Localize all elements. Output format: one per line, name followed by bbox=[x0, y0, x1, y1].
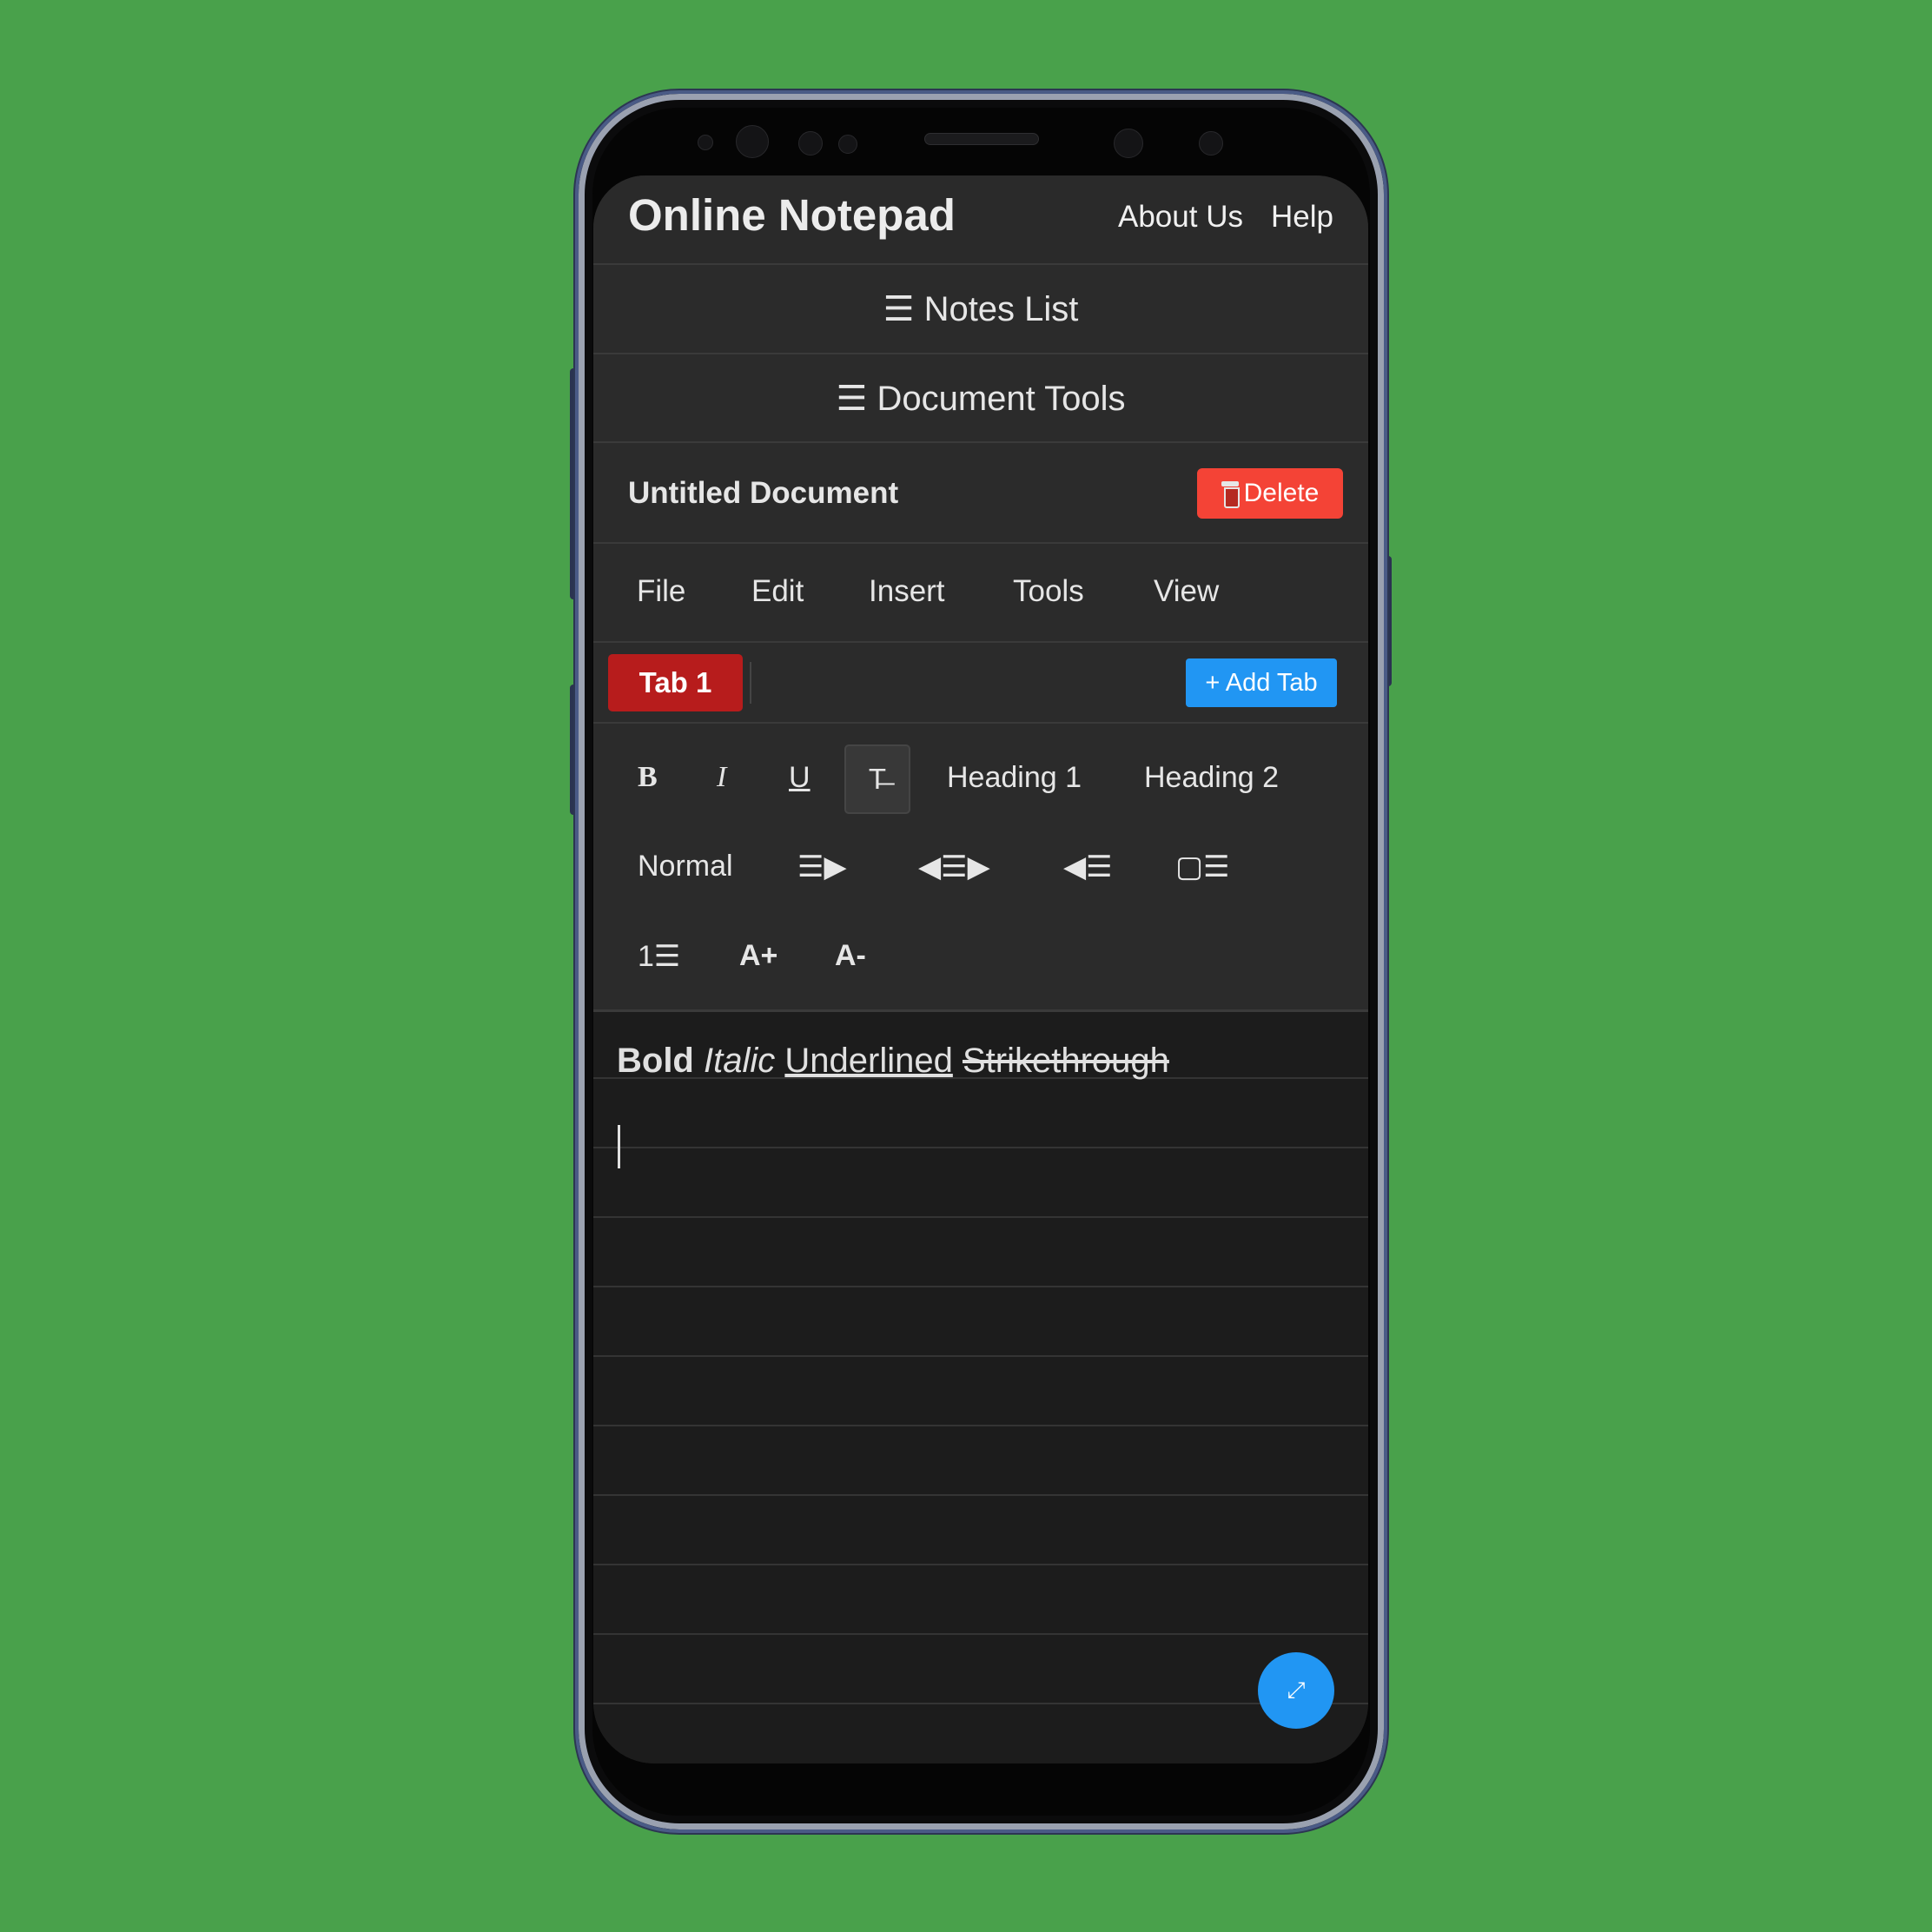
italic-text: Italic bbox=[704, 1042, 776, 1080]
align-center-icon[interactable]: ◀☰▶ bbox=[918, 850, 990, 884]
expand-icon: ⤢ bbox=[1287, 1677, 1306, 1703]
text-caret bbox=[618, 1125, 620, 1168]
underlined-text: Underlined bbox=[784, 1042, 953, 1080]
trash-icon bbox=[1221, 481, 1240, 508]
notes-list-label: Notes List bbox=[923, 290, 1079, 328]
font-increase-button[interactable]: A+ bbox=[739, 939, 777, 973]
bold-text: Bold bbox=[617, 1042, 694, 1080]
delete-button[interactable]: Delete bbox=[1197, 468, 1343, 519]
document-title-row: Untitled Document Delete bbox=[593, 443, 1368, 544]
bold-button[interactable]: B bbox=[638, 761, 658, 794]
app-title[interactable]: Online Notepad bbox=[628, 189, 956, 241]
nav-about-link[interactable]: About Us bbox=[1118, 200, 1243, 235]
hamburger-icon: ☰ bbox=[836, 380, 868, 418]
menu-bar: File Edit Insert Tools View bbox=[593, 544, 1368, 643]
phone-sensor-3 bbox=[838, 135, 857, 154]
tab-divider bbox=[750, 662, 751, 704]
phone-camera-front bbox=[736, 125, 769, 158]
phone-speaker bbox=[924, 133, 1039, 145]
document-tools-toggle[interactable]: ☰ Document Tools bbox=[593, 354, 1368, 443]
menu-tools[interactable]: Tools bbox=[1013, 574, 1084, 609]
document-tools-label: Document Tools bbox=[877, 380, 1126, 418]
phone-sensor-4 bbox=[1199, 131, 1223, 155]
font-decrease-button[interactable]: A- bbox=[835, 939, 866, 973]
menu-view[interactable]: View bbox=[1154, 574, 1219, 609]
heading1-button[interactable]: Heading 1 bbox=[947, 761, 1082, 795]
app-header: Online Notepad About Us Help bbox=[593, 175, 1368, 265]
numbered-list-icon[interactable]: 1☰ bbox=[638, 939, 680, 974]
align-left-icon[interactable]: ☰▶ bbox=[797, 850, 847, 884]
menu-edit[interactable]: Edit bbox=[751, 574, 804, 609]
menu-file[interactable]: File bbox=[637, 574, 685, 609]
heading2-button[interactable]: Heading 2 bbox=[1144, 761, 1279, 795]
notes-list-toggle[interactable]: ☰ Notes List bbox=[593, 265, 1368, 354]
italic-button[interactable]: I bbox=[717, 761, 726, 794]
tab-1[interactable]: Tab 1 bbox=[608, 654, 743, 711]
menu-insert[interactable]: Insert bbox=[869, 574, 945, 609]
underline-button[interactable]: U bbox=[789, 761, 811, 795]
editor-area[interactable]: Bold Italic Underlined Strikethrough bbox=[593, 1012, 1368, 1763]
phone-sensor-1 bbox=[698, 135, 713, 150]
delete-label: Delete bbox=[1243, 479, 1320, 507]
align-right-icon[interactable]: ◀☰ bbox=[1063, 850, 1113, 884]
tabs-bar: Tab 1 + Add Tab bbox=[593, 643, 1368, 724]
phone-camera-iris bbox=[1114, 129, 1143, 158]
phone-sensor-2 bbox=[798, 131, 823, 155]
nav-help-link[interactable]: Help bbox=[1271, 200, 1333, 235]
document-title[interactable]: Untitled Document bbox=[628, 476, 898, 511]
normal-button[interactable]: Normal bbox=[638, 850, 733, 883]
add-tab-button[interactable]: + Add Tab bbox=[1186, 658, 1337, 707]
formatting-toolbar: B I U T̶ Heading 1 Heading 2 Normal ☰▶ ◀… bbox=[593, 724, 1368, 1012]
checklist-icon[interactable]: ▢☰ bbox=[1175, 850, 1230, 884]
strikethrough-button[interactable]: T̶ bbox=[844, 744, 910, 814]
phone-screen: Online Notepad About Us Help ☰ Notes Lis… bbox=[593, 175, 1368, 1763]
strikethrough-text: Strikethrough bbox=[962, 1042, 1169, 1080]
editor-text-line: Bold Italic Underlined Strikethrough bbox=[617, 1042, 1169, 1081]
expand-fab-button[interactable]: ⤢ bbox=[1258, 1652, 1334, 1729]
hamburger-icon: ☰ bbox=[883, 290, 915, 328]
